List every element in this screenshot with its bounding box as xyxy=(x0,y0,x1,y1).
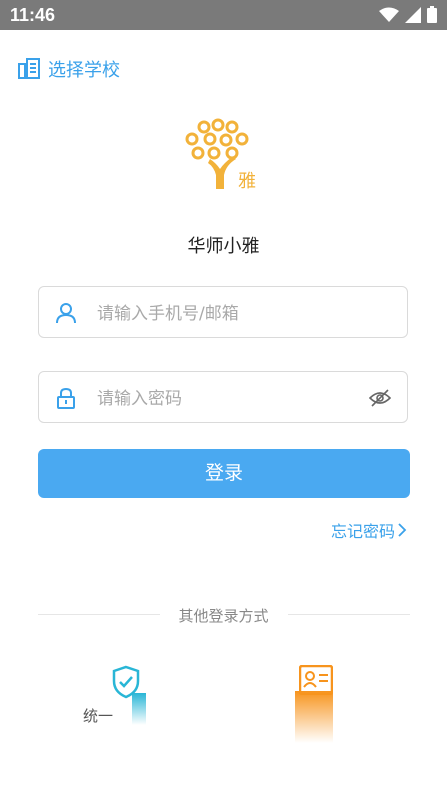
school-list-icon xyxy=(18,58,40,79)
forgot-password-link[interactable]: 忘记密码 xyxy=(331,518,407,542)
user-icon xyxy=(56,303,76,324)
password-field[interactable] xyxy=(38,371,408,423)
id-card-fade xyxy=(295,691,333,743)
forgot-password-label: 忘记密码 xyxy=(330,522,395,541)
select-school-label: 选择学校 xyxy=(48,60,120,81)
wifi-icon xyxy=(379,7,399,22)
shield-fade xyxy=(132,693,146,725)
app-name: 华师小雅 xyxy=(187,236,260,257)
lock-icon xyxy=(57,387,75,409)
id-card-login-button[interactable] xyxy=(295,664,334,743)
status-bar: 11:46 xyxy=(0,0,447,30)
status-time: 11:46 xyxy=(10,5,56,25)
logo-lettering: 雅 xyxy=(238,171,256,192)
signal-icon xyxy=(405,6,421,23)
app-logo: 雅 xyxy=(185,118,256,192)
eye-off-icon[interactable] xyxy=(369,388,391,408)
status-icons xyxy=(379,6,437,23)
login-button[interactable]: 登录 xyxy=(38,449,410,498)
password-input[interactable] xyxy=(95,384,369,414)
unified-login-label: 统一 xyxy=(83,707,114,725)
divider-right xyxy=(288,614,410,615)
select-school-button[interactable]: 选择学校 xyxy=(18,56,120,82)
other-login-title: 其他登录方式 xyxy=(178,607,269,625)
chevron-right-icon xyxy=(398,523,407,537)
username-field[interactable] xyxy=(38,286,408,338)
username-input[interactable] xyxy=(95,299,369,329)
unified-login-button[interactable] xyxy=(112,665,146,725)
battery-icon xyxy=(427,6,437,23)
